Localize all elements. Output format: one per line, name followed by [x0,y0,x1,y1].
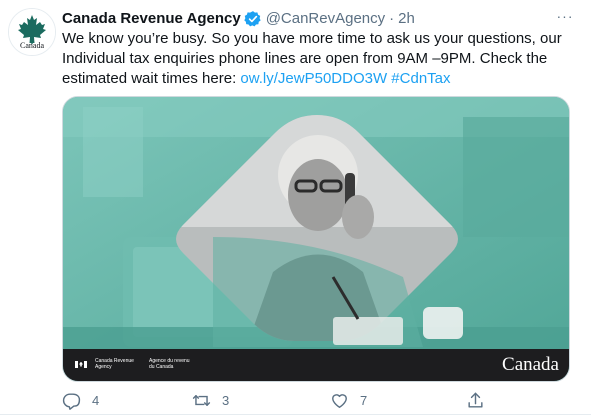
author-name[interactable]: Canada Revenue Agency [62,9,241,29]
action-bar: 4 3 7 [62,391,522,411]
tweet-link[interactable]: ow.ly/JewP50DDO3W [240,70,387,87]
tweet-image[interactable]: Canada Revenue Agency Agence du revenu d… [62,96,570,382]
retweet-button[interactable]: 3 [192,391,229,410]
agency-name-fr: Agence du revenu du Canada [149,358,190,370]
gov-signature: Canada Revenue Agency Agence du revenu d… [75,358,195,370]
separator-dot: · [389,10,395,27]
author-handle[interactable]: @CanRevAgency [266,9,385,29]
agency-name-en: Canada Revenue Agency [95,358,134,370]
retweet-count: 3 [222,393,230,408]
tweet-text: We know you’re busy. So you have more ti… [62,29,577,89]
retweet-icon [192,395,211,406]
reply-button[interactable]: 4 [62,391,99,410]
media-footer: Canada Revenue Agency Agence du revenu d… [63,349,569,381]
tweet-header: Canada Revenue Agency @CanRevAgency · 2h… [62,9,575,29]
share-icon [468,392,483,408]
avatar[interactable]: Canada [8,8,56,56]
like-count: 7 [360,393,368,408]
like-icon [332,394,347,408]
hashtag-link[interactable]: #CdnTax [391,70,450,87]
canada-wordmark: Canada [502,354,559,375]
more-icon[interactable]: ··· [555,9,575,29]
reply-count: 4 [92,393,100,408]
tweet-timestamp[interactable]: 2h [398,9,415,29]
canada-flag-icon [75,360,87,368]
verified-badge-icon [243,11,261,27]
media-illustration [63,97,569,381]
like-button[interactable]: 7 [330,391,367,410]
tweet-card[interactable]: Canada Canada Revenue Agency @CanRevAgen… [0,0,591,415]
avatar-wordmark: Canada [20,41,44,50]
reply-icon [62,393,81,410]
share-button[interactable] [466,391,485,410]
